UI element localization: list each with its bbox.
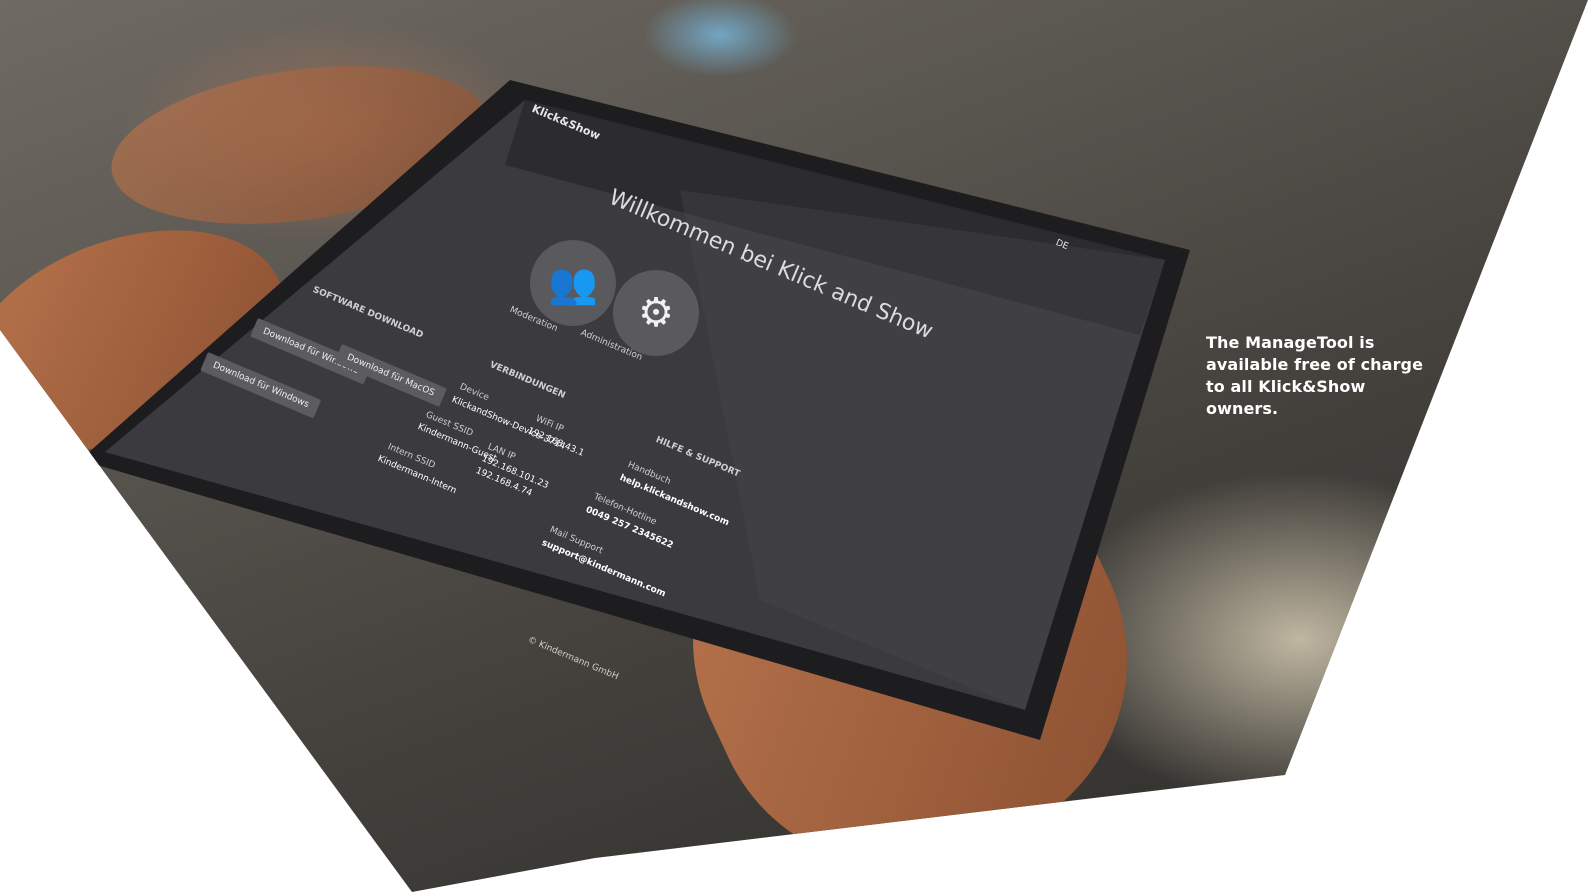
- administration-button[interactable]: ⚙: [613, 270, 699, 356]
- caption-line-4: owners.: [1206, 399, 1279, 418]
- caption-line-2: available free of charge: [1206, 355, 1424, 374]
- tablet: Klick&Show DE Willkommen bei Klick and S…: [60, 80, 1260, 740]
- gear-icon: ⚙: [638, 290, 674, 336]
- moderation-button[interactable]: 👥: [530, 240, 616, 326]
- background-photo: Klick&Show DE Willkommen bei Klick and S…: [0, 0, 1588, 892]
- caption-line-3: to all Klick&Show: [1206, 377, 1366, 396]
- caption-line-1: The ManageTool is: [1206, 333, 1375, 352]
- caption: The ManageTool is available free of char…: [1206, 332, 1426, 420]
- users-icon: 👥: [548, 260, 598, 307]
